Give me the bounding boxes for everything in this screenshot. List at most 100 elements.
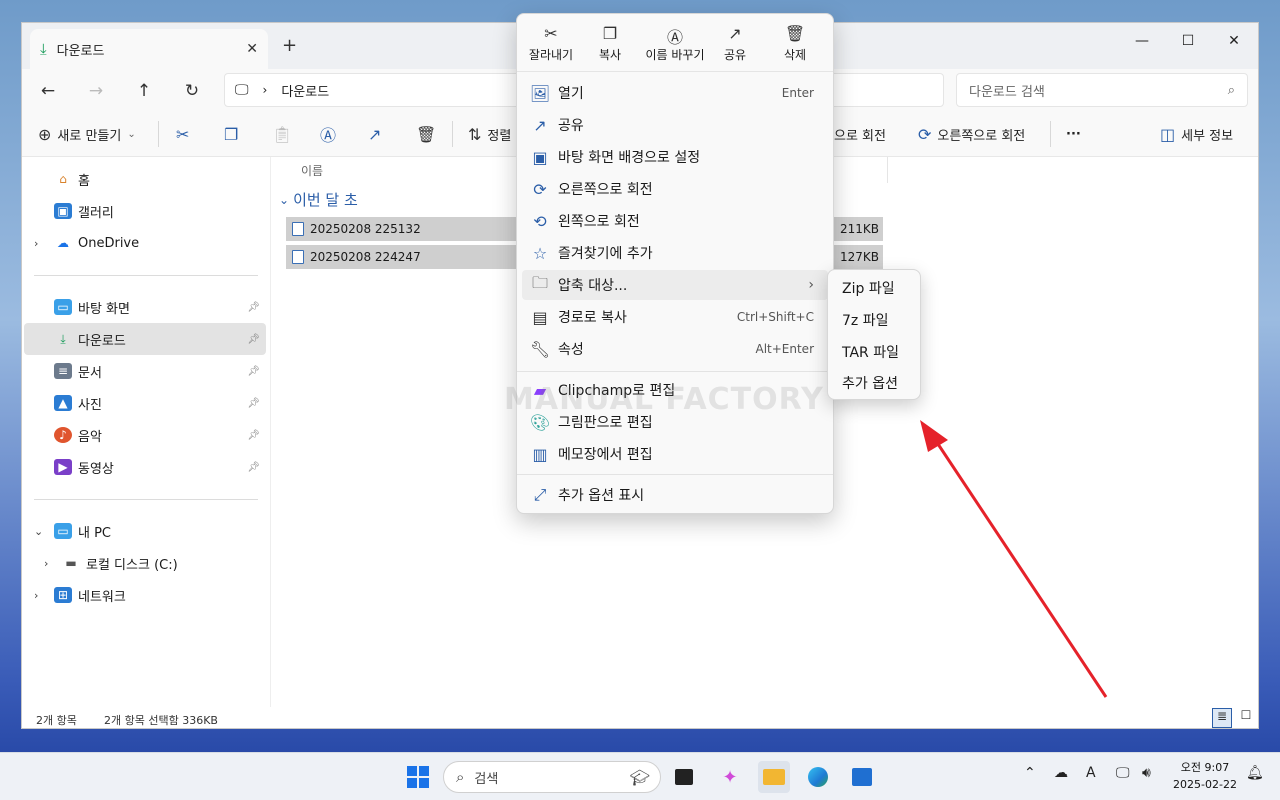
minimize-button[interactable]: —: [1119, 27, 1165, 55]
wallpaper-icon: ▣: [532, 147, 548, 167]
breadcrumb-chevron-icon: ›: [262, 83, 268, 97]
pictures-icon: ▲: [54, 395, 72, 411]
up-button[interactable]: ↑: [130, 77, 158, 105]
new-tab-button[interactable]: +: [282, 35, 297, 56]
volume-icon[interactable]: 🔊︎: [1142, 765, 1151, 781]
new-button[interactable]: ⊕ 새로 만들기 ⌄: [38, 121, 136, 147]
details-button[interactable]: ◫ 세부 정보: [1160, 121, 1233, 147]
sidebar-item-label: 문서: [78, 365, 102, 381]
navigation-pane: ⌂ 홈 ▣ 갤러리 › ☁ OneDrive ▭ 바탕 화면 📌︎ ⤓ 다운로드…: [22, 157, 270, 707]
network-icon[interactable]: 🖵: [1116, 765, 1130, 781]
sidebar-item-pictures[interactable]: ▲ 사진 📌︎: [24, 387, 266, 419]
sidebar-item-downloads[interactable]: ⤓ 다운로드 📌︎: [24, 323, 266, 355]
sidebar-item-music[interactable]: ♪ 음악 📌︎: [24, 419, 266, 451]
sidebar-item-label: 음악: [78, 429, 102, 445]
submenu-item-tar[interactable]: TAR 파일: [832, 338, 918, 366]
cut-action[interactable]: ✂ 잘라내기: [520, 24, 582, 63]
details-label: 세부 정보: [1181, 128, 1234, 144]
menu-item-add-favorite[interactable]: ☆ 즐겨찾기에 추가: [522, 238, 828, 268]
sort-button[interactable]: ⇅ 정렬: [468, 121, 511, 147]
menu-item-open[interactable]: 🖼︎ 열기 Enter: [522, 78, 828, 108]
menu-item-share[interactable]: ↗ 공유: [522, 110, 828, 140]
system-clock[interactable]: 오전 9:07 2025-02-22: [1170, 759, 1240, 793]
tab-downloads[interactable]: ⤓ 다운로드 ✕: [30, 29, 268, 69]
new-button-label: 새로 만들기: [57, 128, 122, 144]
rotate-right-button[interactable]: ⟳ 오른쪽으로 회전: [918, 121, 1025, 147]
gallery-icon: ▣: [54, 203, 72, 219]
taskbar-app-store[interactable]: [846, 761, 878, 793]
menu-item-properties[interactable]: 🔧︎ 속성 Alt+Enter: [522, 334, 828, 364]
delete-action[interactable]: 🗑︎ 삭제: [764, 24, 826, 63]
sidebar-item-label: 다운로드: [78, 333, 126, 349]
sidebar-item-local-disk[interactable]: ▬ 로컬 디스크 (C:): [24, 547, 266, 579]
show-hidden-icons-chevron-icon[interactable]: ⌃: [1024, 765, 1036, 781]
search-box[interactable]: 다운로드 검색 ⌕: [956, 73, 1248, 107]
column-header-name[interactable]: 이름: [301, 162, 323, 179]
taskbar-app-copilot[interactable]: ✦: [714, 761, 746, 793]
close-window-button[interactable]: ✕: [1211, 27, 1257, 55]
sidebar-item-home[interactable]: ⌂ 홈: [24, 163, 266, 195]
sidebar-item-videos[interactable]: ▶ 동영상 📌︎: [24, 451, 266, 483]
drive-icon: ▬: [65, 556, 77, 570]
forward-button[interactable]: →: [82, 77, 110, 105]
close-tab-icon[interactable]: ✕: [246, 41, 258, 57]
taskbar-app-edge[interactable]: [802, 761, 834, 793]
share-icon: ↗: [728, 24, 742, 43]
sidebar-item-this-pc[interactable]: ▭ 내 PC: [24, 515, 266, 547]
column-divider[interactable]: [887, 157, 888, 183]
sidebar-item-network[interactable]: ⊞ 네트워크: [24, 579, 266, 611]
divider: [452, 121, 453, 147]
action-label: 복사: [598, 48, 622, 62]
divider: [34, 499, 258, 500]
rotate-right-icon: ⟳: [918, 124, 932, 144]
submenu-item-zip[interactable]: Zip 파일: [832, 274, 918, 302]
selection-info: 2개 항목 선택함 336KB: [104, 714, 218, 727]
rename-button[interactable]: Ⓐ: [320, 121, 336, 147]
shortcut: Alt+Enter: [755, 342, 814, 356]
rename-action[interactable]: Ⓐ 이름 바꾸기: [635, 24, 715, 63]
sidebar-item-gallery[interactable]: ▣ 갤러리: [24, 195, 266, 227]
copy-button[interactable]: ❐: [224, 121, 238, 147]
menu-item-copy-path[interactable]: ▤ 경로로 복사 Ctrl+Shift+C: [522, 302, 828, 332]
more-options-button[interactable]: ···: [1066, 121, 1081, 147]
share-button[interactable]: ↗: [368, 121, 381, 147]
sidebar-item-documents[interactable]: ≡ 문서 📌︎: [24, 355, 266, 387]
start-button[interactable]: [402, 761, 434, 793]
submenu-item-more-options[interactable]: 추가 옵션: [832, 369, 918, 397]
maximize-button[interactable]: ☐: [1165, 27, 1211, 55]
search-input[interactable]: 다운로드 검색: [969, 81, 1228, 100]
task-view-icon: [675, 769, 693, 785]
cut-button[interactable]: ✂: [176, 121, 189, 147]
notification-bell-icon[interactable]: 🔔︎: [1246, 765, 1264, 781]
copy-action[interactable]: ❐ 복사: [579, 24, 641, 63]
cloud-sync-icon[interactable]: ☁: [1054, 765, 1068, 781]
menu-item-set-wallpaper[interactable]: ▣ 바탕 화면 배경으로 설정: [522, 142, 828, 172]
details-view-button[interactable]: ≣: [1212, 708, 1232, 728]
menu-item-notepad[interactable]: ▥ 메모장에서 편집: [522, 439, 828, 469]
refresh-button[interactable]: ↻: [178, 77, 206, 105]
share-action[interactable]: ↗ 공유: [704, 24, 766, 63]
large-icons-view-button[interactable]: ☐: [1236, 708, 1256, 728]
paste-button[interactable]: 📋︎: [272, 121, 292, 147]
folder-icon: [763, 769, 785, 785]
compress-submenu: Zip 파일 7z 파일 TAR 파일 추가 옵션: [827, 269, 921, 400]
language-icon[interactable]: A: [1086, 765, 1096, 781]
sidebar-item-desktop[interactable]: ▭ 바탕 화면 📌︎: [24, 291, 266, 323]
menu-item-compress-to[interactable]: 🗀 압축 대상... ›: [522, 270, 828, 300]
back-button[interactable]: ←: [34, 77, 62, 105]
taskbar-app-task-view[interactable]: [668, 761, 700, 793]
menu-item-rotate-left[interactable]: ⟲ 왼쪽으로 회전: [522, 206, 828, 236]
breadcrumb-downloads[interactable]: 다운로드: [281, 81, 329, 100]
rotate-left-button[interactable]: 으로 회전: [834, 121, 886, 147]
shortcut: Ctrl+Shift+C: [736, 310, 814, 324]
submenu-item-7z[interactable]: 7z 파일: [832, 306, 918, 334]
menu-item-rotate-right[interactable]: ⟳ 오른쪽으로 회전: [522, 174, 828, 204]
taskbar-app-file-explorer[interactable]: [758, 761, 790, 793]
sidebar-item-onedrive[interactable]: ☁ OneDrive: [24, 227, 266, 259]
wrench-icon: 🔧︎: [529, 339, 551, 359]
notepad-icon: ▥: [532, 444, 548, 464]
group-header[interactable]: ⌄ 이번 달 초: [279, 189, 358, 210]
menu-item-show-more-options[interactable]: ⤢ 추가 옵션 표시: [522, 480, 828, 510]
delete-button[interactable]: 🗑︎: [416, 121, 436, 147]
taskbar-search[interactable]: ⌕ 검색 🎓︎: [443, 761, 661, 793]
